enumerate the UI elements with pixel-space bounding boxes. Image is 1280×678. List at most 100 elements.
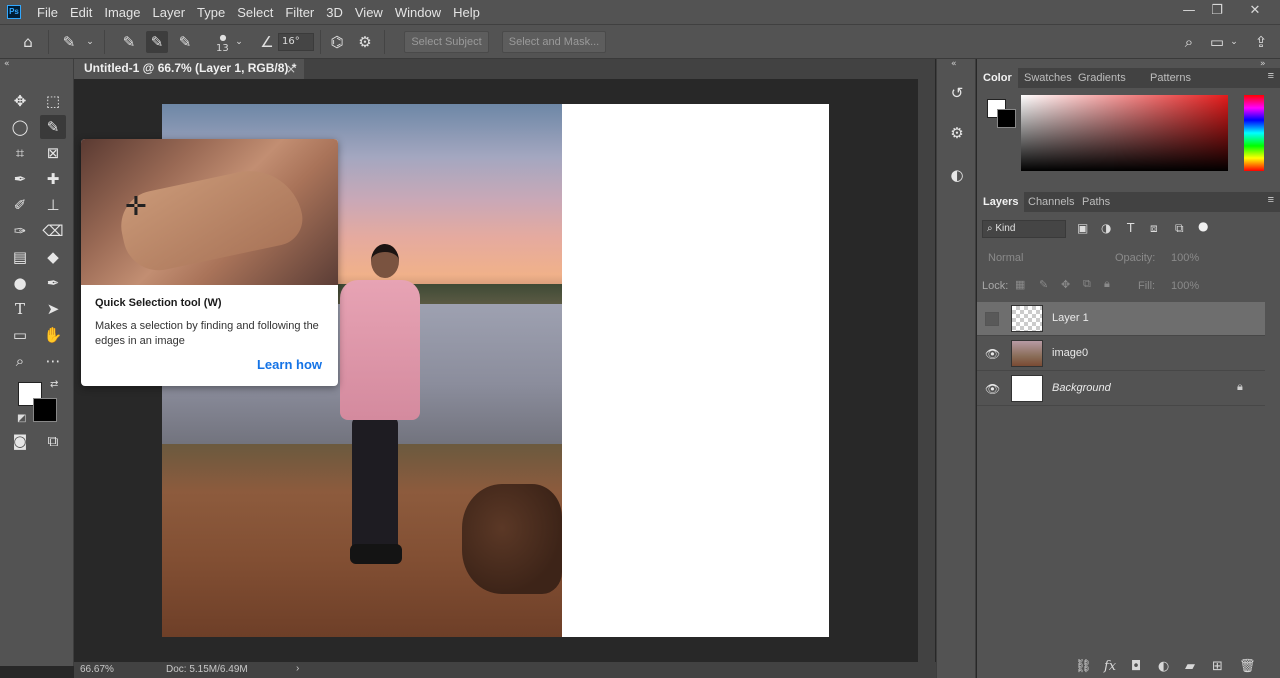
default-colors-icon[interactable]: ◩ (17, 413, 26, 424)
tab-color[interactable]: Color (977, 68, 1018, 88)
collapse-panel-icon[interactable]: « (4, 59, 10, 69)
restore-button[interactable]: ❐ (1200, 0, 1234, 24)
search-icon[interactable]: ⌕ (1178, 31, 1200, 53)
close-document-icon[interactable]: × (286, 59, 296, 79)
filter-type-icon[interactable]: T (1127, 221, 1134, 235)
swap-colors-icon[interactable]: ⇄ (50, 379, 58, 390)
more-tools-icon[interactable]: ⋯ (40, 349, 66, 373)
chevron-down-icon[interactable]: ⌄ (84, 31, 96, 53)
background-color-swatch[interactable] (997, 109, 1016, 128)
delete-layer-icon[interactable]: 🗑︎ (1239, 659, 1256, 674)
tab-channels[interactable]: Channels (1022, 192, 1080, 212)
enhance-edge-icon[interactable]: ⚙ (354, 31, 376, 53)
menu-layer[interactable]: Layer (147, 5, 192, 20)
chevron-down-icon[interactable]: ⌄ (1228, 31, 1240, 53)
history-brush-tool-icon[interactable]: ✑ (7, 219, 33, 243)
menu-view[interactable]: View (349, 5, 389, 20)
document-tab[interactable]: Untitled-1 @ 66.7% (Layer 1, RGB/8) * (74, 59, 304, 79)
path-selection-tool-icon[interactable]: ➤ (40, 297, 66, 321)
lock-image-icon[interactable]: ✎ (1039, 278, 1048, 291)
menu-filter[interactable]: Filter (279, 5, 320, 20)
brush-tool-icon[interactable]: ✐ (7, 193, 33, 217)
select-and-mask-button[interactable]: Select and Mask... (502, 31, 606, 53)
layer-filter-select[interactable]: ⌕ Kind (982, 220, 1066, 238)
dodge-tool-icon[interactable]: ● (7, 271, 33, 295)
gradient-tool-icon[interactable]: ▤ (7, 245, 33, 269)
opacity-value[interactable]: 100% (1171, 252, 1199, 264)
collapse-panel-icon[interactable]: « (951, 59, 957, 69)
lasso-tool-icon[interactable]: ◯ (7, 115, 33, 139)
rectangle-tool-icon[interactable]: ▭ (7, 323, 33, 347)
visibility-toggle[interactable] (985, 312, 999, 326)
brush-size-value[interactable]: 13 (216, 43, 229, 54)
frame-tool-icon[interactable]: ⊠ (40, 141, 66, 165)
panel-menu-icon[interactable]: ≡ (1268, 70, 1274, 82)
zoom-tool-icon[interactable]: ⌕ (7, 349, 33, 373)
status-menu-arrow-icon[interactable]: › (296, 663, 299, 674)
subtract-from-selection-icon[interactable]: ✎ (174, 31, 196, 53)
lock-transparent-icon[interactable]: ▦ (1015, 278, 1025, 291)
eye-icon[interactable]: 👁︎ (985, 347, 1000, 361)
layer-name[interactable]: Layer 1 (1052, 312, 1089, 324)
menu-help[interactable]: Help (447, 5, 486, 20)
filter-adjustment-icon[interactable]: ◑ (1101, 221, 1111, 235)
screen-mode-icon[interactable]: ⧉ (40, 429, 66, 453)
menu-image[interactable]: Image (98, 5, 146, 20)
add-mask-icon[interactable]: ◘ (1131, 659, 1141, 674)
layer-row-background[interactable]: 👁︎ Background 🔒︎ (977, 372, 1265, 406)
tab-swatches[interactable]: Swatches (1018, 68, 1078, 88)
blur-tool-icon[interactable]: ◆ (40, 245, 66, 269)
close-window-button[interactable]: ✕ (1238, 0, 1272, 24)
background-color-swatch[interactable] (33, 398, 57, 422)
eye-icon[interactable]: 👁︎ (985, 382, 1000, 396)
home-icon[interactable]: ⌂ (17, 31, 39, 53)
history-panel-icon[interactable]: ↺ (945, 81, 969, 105)
sample-all-layers-icon[interactable]: ⌬ (326, 31, 348, 53)
tab-paths[interactable]: Paths (1076, 192, 1116, 212)
quick-selection-tool-icon[interactable]: ✎ (40, 115, 66, 139)
pen-tool-icon[interactable]: ✒ (40, 271, 66, 295)
panel-menu-icon[interactable]: ≡ (1268, 194, 1274, 206)
menu-3d[interactable]: 3D (320, 5, 349, 20)
color-spectrum-field[interactable] (1021, 95, 1228, 171)
hue-slider[interactable] (1244, 95, 1264, 171)
lock-all-icon[interactable]: 🔒︎ (1104, 278, 1110, 291)
properties-panel-icon[interactable]: ⚙ (945, 121, 969, 145)
clone-stamp-tool-icon[interactable]: ⊥ (40, 193, 66, 217)
eraser-tool-icon[interactable]: ⌫ (40, 219, 66, 243)
type-tool-icon[interactable]: T (7, 297, 33, 321)
menu-select[interactable]: Select (231, 5, 279, 20)
adjustment-layer-icon[interactable]: ◐ (1158, 659, 1169, 674)
tab-gradients[interactable]: Gradients (1072, 68, 1132, 88)
marquee-tool-icon[interactable]: ⬚ (40, 89, 66, 113)
add-to-selection-icon[interactable]: ✎ (146, 31, 168, 53)
layer-name[interactable]: image0 (1052, 347, 1088, 359)
share-icon[interactable]: ⇪ (1250, 31, 1272, 53)
crop-tool-icon[interactable]: ⌗ (7, 141, 33, 165)
hand-tool-icon[interactable]: ✋ (40, 323, 66, 347)
angle-input[interactable]: 16° (278, 33, 314, 51)
new-layer-icon[interactable]: ⊞ (1212, 659, 1223, 674)
new-selection-icon[interactable]: ✎ (118, 31, 140, 53)
layer-row-layer-1[interactable]: Layer 1 (977, 302, 1265, 336)
workspace-icon[interactable]: ▭ (1206, 31, 1228, 53)
quick-mask-icon[interactable]: ◙ (7, 429, 33, 453)
move-tool-icon[interactable]: ✥ (7, 89, 33, 113)
lock-position-icon[interactable]: ✥ (1061, 278, 1070, 291)
select-subject-button[interactable]: Select Subject (404, 31, 489, 53)
layer-row-image0[interactable]: 👁︎ image0 (977, 337, 1265, 371)
healing-brush-tool-icon[interactable]: ✚ (40, 167, 66, 191)
tool-preset-icon[interactable]: ✎ (58, 31, 80, 53)
menu-edit[interactable]: Edit (64, 5, 98, 20)
lock-artboard-icon[interactable]: ⧉ (1083, 278, 1091, 291)
fill-value[interactable]: 100% (1171, 280, 1199, 292)
layer-name[interactable]: Background (1052, 382, 1111, 394)
menu-file[interactable]: File (31, 5, 64, 20)
blend-mode-select[interactable]: Normal (988, 252, 1023, 264)
eyedropper-tool-icon[interactable]: ✒ (7, 167, 33, 191)
menu-window[interactable]: Window (389, 5, 447, 20)
learn-how-link[interactable]: Learn how (257, 357, 322, 372)
fx-icon[interactable]: fx (1104, 659, 1116, 674)
adjustments-panel-icon[interactable]: ◐ (945, 163, 969, 187)
filter-shape-icon[interactable]: ⧈ (1150, 221, 1158, 236)
